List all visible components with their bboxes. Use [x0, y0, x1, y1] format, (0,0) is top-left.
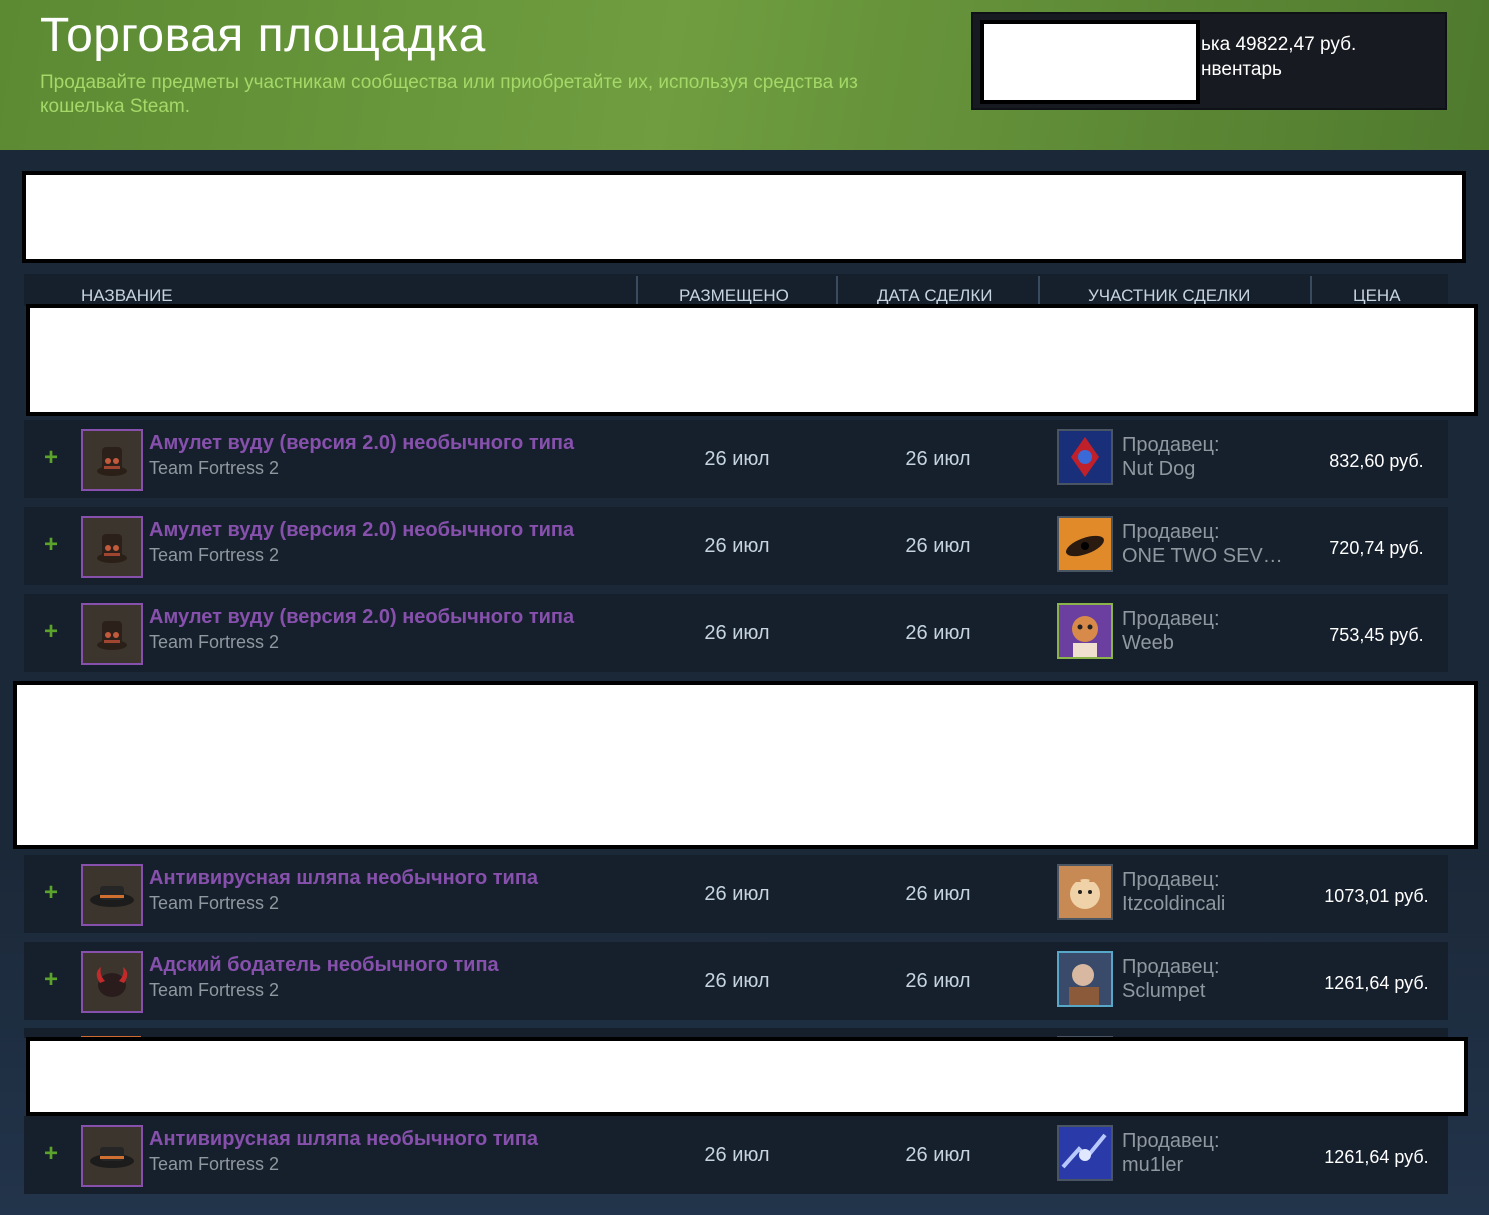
seller-avatar[interactable]	[1057, 1125, 1113, 1181]
acted-date: 26 июл	[905, 1144, 971, 1166]
page-title: Торговая площадка	[40, 9, 486, 62]
avatar-image	[1059, 953, 1111, 1005]
avatar-image	[1059, 518, 1111, 570]
plus-icon[interactable]: +	[44, 968, 58, 992]
seller-role: Продавец:	[1122, 434, 1220, 456]
listed-date: 26 июл	[704, 448, 770, 470]
item-name-link[interactable]: Амулет вуду (версия 2.0) необычного типа	[149, 432, 574, 455]
price: 720,74 руб.	[1329, 538, 1424, 558]
plus-icon[interactable]: +	[44, 533, 58, 557]
price: 1073,01 руб.	[1324, 886, 1429, 906]
table-row[interactable]: + Амулет вуду (версия 2.0) необычного ти…	[24, 420, 1448, 498]
inventory-link[interactable]: нвентарь	[1201, 59, 1282, 81]
redacted-area	[26, 304, 1478, 416]
voodoo-hat-icon	[83, 431, 141, 489]
plus-icon[interactable]: +	[44, 446, 58, 470]
listed-date: 26 июл	[704, 622, 770, 644]
price: 1261,64 руб.	[1324, 1147, 1429, 1167]
seller-avatar[interactable]	[1057, 516, 1113, 572]
table-row[interactable]: + Адский бодатель необычного типа Team F…	[24, 942, 1448, 1020]
item-game: Team Fortress 2	[149, 893, 280, 913]
plus-icon[interactable]: +	[44, 881, 58, 905]
price: 832,60 руб.	[1329, 451, 1424, 471]
listed-date: 26 июл	[704, 1144, 770, 1166]
plus-icon[interactable]: +	[44, 1142, 58, 1166]
avatar-image	[1059, 866, 1111, 918]
table-row[interactable]: + Амулет вуду (версия 2.0) необычного ти…	[24, 507, 1448, 585]
acted-date: 26 июл	[905, 535, 971, 557]
market-header: Торговая площадка Продавайте предметы уч…	[0, 0, 1489, 150]
antivirus-hat-icon	[83, 1127, 141, 1185]
price: 753,45 руб.	[1329, 625, 1424, 645]
item-image[interactable]	[81, 951, 143, 1013]
item-image[interactable]	[81, 516, 143, 578]
item-name-link[interactable]: Антивирусная шляпа необычного типа	[149, 1128, 538, 1151]
listed-date: 26 июл	[704, 970, 770, 992]
acted-date: 26 июл	[905, 622, 971, 644]
seller-name-link[interactable]: Weeb	[1122, 632, 1297, 655]
column-divider	[836, 276, 838, 306]
table-row[interactable]: + Антивирусная шляпа необычного типа Tea…	[24, 855, 1448, 933]
seller-name-link[interactable]: mu1ler	[1122, 1154, 1297, 1177]
column-header-name[interactable]: НАЗВАНИЕ	[81, 286, 173, 306]
item-image[interactable]	[81, 603, 143, 665]
item-image[interactable]	[81, 864, 143, 926]
redacted-area	[22, 171, 1466, 263]
avatar-image	[1059, 605, 1111, 657]
item-name-link[interactable]: Амулет вуду (версия 2.0) необычного типа	[149, 519, 574, 542]
item-name-link[interactable]: Антивирусная шляпа необычного типа	[149, 867, 538, 890]
seller-role: Продавец:	[1122, 869, 1220, 891]
redacted-area	[26, 1037, 1468, 1116]
item-image[interactable]	[81, 1125, 143, 1187]
item-game: Team Fortress 2	[149, 458, 280, 478]
page-subtitle: Продавайте предметы участникам сообществ…	[40, 72, 858, 117]
column-header-acted[interactable]: ДАТА СДЕЛКИ	[877, 286, 992, 306]
seller-avatar[interactable]	[1057, 864, 1113, 920]
seller-avatar[interactable]	[1057, 603, 1113, 659]
item-name-link[interactable]: Амулет вуду (версия 2.0) необычного типа	[149, 606, 574, 629]
avatar-image	[1059, 1127, 1111, 1179]
seller-role: Продавец:	[1122, 608, 1220, 630]
acted-date: 26 июл	[905, 448, 971, 470]
column-header-listed[interactable]: РАЗМЕЩЕНО	[679, 286, 789, 306]
column-divider	[1310, 276, 1312, 306]
column-divider	[1038, 276, 1040, 306]
item-game: Team Fortress 2	[149, 1154, 280, 1174]
listed-date: 26 июл	[704, 883, 770, 905]
avatar-image	[1059, 431, 1111, 483]
item-game: Team Fortress 2	[149, 980, 280, 1000]
listed-date: 26 июл	[704, 535, 770, 557]
seller-role: Продавец:	[1122, 1130, 1220, 1152]
horns-icon	[83, 953, 141, 1011]
item-game: Team Fortress 2	[149, 632, 280, 652]
redacted-area	[13, 681, 1478, 849]
item-name-link[interactable]: Адский бодатель необычного типа	[149, 954, 499, 977]
seller-name-link[interactable]: Nut Dog	[1122, 458, 1297, 481]
wallet-balance[interactable]: ька 49822,47 руб.	[1201, 34, 1356, 56]
column-header-participant[interactable]: УЧАСТНИК СДЕЛКИ	[1088, 286, 1250, 306]
seller-role: Продавец:	[1122, 521, 1220, 543]
antivirus-hat-icon	[83, 866, 141, 924]
item-image[interactable]	[81, 429, 143, 491]
price: 1261,64 руб.	[1324, 973, 1429, 993]
acted-date: 26 июл	[905, 970, 971, 992]
table-row[interactable]: + Амулет вуду (версия 2.0) необычного ти…	[24, 594, 1448, 672]
voodoo-hat-icon	[83, 518, 141, 576]
seller-avatar[interactable]	[1057, 429, 1113, 485]
column-header-price[interactable]: ЦЕНА	[1353, 286, 1401, 306]
column-divider	[636, 276, 638, 306]
seller-name-link[interactable]: ONE TWO SEV…	[1122, 545, 1297, 568]
seller-role: Продавец:	[1122, 956, 1220, 978]
acted-date: 26 июл	[905, 883, 971, 905]
voodoo-hat-icon	[83, 605, 141, 663]
plus-icon[interactable]: +	[44, 620, 58, 644]
seller-avatar[interactable]	[1057, 951, 1113, 1007]
table-row[interactable]: + Антивирусная шляпа необычного типа Tea…	[24, 1116, 1448, 1194]
seller-name-link[interactable]: Sclumpet	[1122, 980, 1297, 1003]
item-game: Team Fortress 2	[149, 545, 280, 565]
redacted-area	[980, 20, 1200, 104]
table-header: НАЗВАНИЕ РАЗМЕЩЕНО ДАТА СДЕЛКИ УЧАСТНИК …	[24, 274, 1448, 306]
seller-name-link[interactable]: Itzcoldincali	[1122, 893, 1297, 916]
